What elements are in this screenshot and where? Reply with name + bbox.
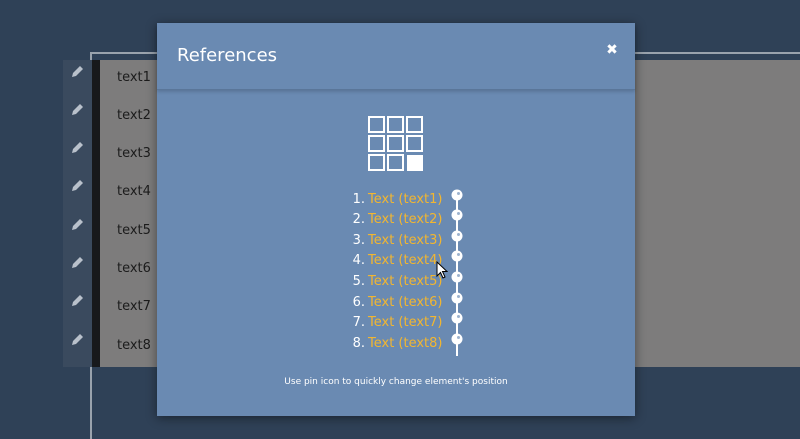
reference-number: 3. [352, 233, 365, 248]
reference-link[interactable]: Text (text3) [368, 231, 443, 251]
reference-number: 1. [352, 192, 365, 207]
references-modal: References ✖ 1. Text (text1) 2. Text (te… [157, 23, 635, 416]
pencil-icon[interactable] [69, 255, 85, 271]
reference-item: 3. Text (text3) [157, 230, 635, 253]
pin-hint-text: Use pin icon to quickly change element's… [284, 377, 508, 387]
reference-number: 2. [352, 212, 365, 227]
list-item[interactable]: text3 [117, 144, 151, 164]
reference-link[interactable]: Text (text1) [368, 190, 443, 210]
pin-icon[interactable] [449, 332, 465, 356]
reference-link[interactable]: Text (text8) [368, 334, 443, 354]
modal-title: References [177, 45, 278, 66]
reference-number: 5. [352, 274, 365, 289]
reference-item: 6. Text (text6) [157, 292, 635, 315]
mouse-cursor-icon [436, 261, 448, 279]
pencil-icon[interactable] [69, 332, 85, 348]
reference-number: 4. [352, 253, 365, 268]
close-icon[interactable]: ✖ [605, 43, 619, 57]
reference-link[interactable]: Text (text2) [368, 210, 443, 230]
pencil-icon[interactable] [69, 217, 85, 233]
reference-item: 5. Text (text5) [157, 271, 635, 294]
reference-number: 6. [352, 295, 365, 310]
reference-link[interactable]: Text (text4) [368, 251, 443, 271]
list-item[interactable]: text6 [117, 259, 151, 279]
pencil-icon[interactable] [69, 102, 85, 118]
reference-link[interactable]: Text (text7) [368, 313, 443, 333]
reference-item: 2. Text (text2) [157, 209, 635, 232]
reference-item: 1. Text (text1) [157, 189, 635, 212]
pencil-icon[interactable] [69, 178, 85, 194]
pencil-icon[interactable] [69, 293, 85, 309]
reference-number: 8. [352, 336, 365, 351]
list-item[interactable]: text2 [117, 106, 151, 126]
reference-item: 4. Text (text4) [157, 250, 635, 273]
pencil-icon[interactable] [69, 64, 85, 80]
grid-icon [368, 116, 423, 171]
edit-icon-column [63, 60, 92, 367]
reference-link[interactable]: Text (text5) [368, 272, 443, 292]
reference-item: 7. Text (text7) [157, 312, 635, 335]
reference-link[interactable]: Text (text6) [368, 293, 443, 313]
modal-header: References ✖ [157, 23, 635, 90]
pencil-icon[interactable] [69, 140, 85, 156]
list-item[interactable]: text4 [117, 182, 151, 202]
list-item[interactable]: text7 [117, 297, 151, 317]
list-item[interactable]: text8 [117, 336, 151, 356]
list-item[interactable]: text5 [117, 221, 151, 241]
reference-item: 8. Text (text8) [157, 332, 635, 356]
reference-number: 7. [352, 315, 365, 330]
list-item[interactable]: text1 [117, 68, 151, 88]
list-accent-strip [92, 60, 100, 367]
